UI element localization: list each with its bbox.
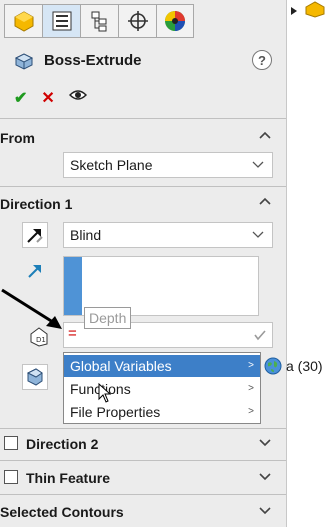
- tab-propertymanager[interactable]: [42, 4, 80, 38]
- submenu-arrow-icon: >: [248, 360, 254, 371]
- help-button[interactable]: ?: [252, 50, 272, 70]
- chevron-down-icon[interactable]: [258, 435, 272, 449]
- equation-popup-menu: Global Variables > Functions > File Prop…: [63, 352, 261, 424]
- mouse-cursor-icon: [98, 383, 112, 403]
- feature-header: Boss-Extrude: [14, 50, 142, 70]
- dimxpertmanager-icon: [127, 11, 148, 31]
- featuremanager-icon: [14, 11, 33, 32]
- divider: [0, 460, 286, 461]
- ok-button[interactable]: ✔: [14, 88, 27, 108]
- from-select-value: Sketch Plane: [70, 157, 153, 173]
- menu-item-label: File Properties: [70, 404, 161, 420]
- detailed-preview-button[interactable]: [68, 88, 87, 108]
- end-condition-value: Blind: [70, 227, 102, 243]
- chevron-down-icon[interactable]: [258, 469, 272, 483]
- displaymanager-icon: [165, 11, 185, 31]
- thin-feature-section-title[interactable]: Thin Feature: [26, 470, 110, 486]
- end-condition-select[interactable]: Blind: [63, 222, 273, 248]
- menu-item-label: Global Variables: [70, 358, 172, 374]
- direction1-section-title[interactable]: Direction 1: [0, 196, 72, 212]
- action-bar: ✔ ✕: [14, 88, 87, 108]
- reverse-direction-button[interactable]: [22, 222, 48, 248]
- from-section-title[interactable]: From: [0, 130, 35, 146]
- menu-item-file-properties[interactable]: File Properties >: [64, 401, 260, 423]
- reverse-direction-icon: [27, 229, 43, 243]
- configurationmanager-icon: [91, 11, 106, 32]
- divider: [0, 494, 286, 495]
- submenu-arrow-icon: >: [248, 383, 254, 394]
- thin-feature-checkbox[interactable]: [4, 470, 18, 484]
- eye-icon: [68, 90, 87, 100]
- draft-icon: [26, 368, 43, 386]
- propertymanager-icon: [52, 11, 71, 31]
- selected-contours-section-title[interactable]: Selected Contours: [0, 504, 124, 520]
- chevron-down-icon: [252, 231, 264, 238]
- direction-vector-icon[interactable]: [26, 262, 44, 280]
- part-icon[interactable]: [304, 0, 326, 18]
- cancel-button[interactable]: ✕: [41, 88, 54, 108]
- svg-text:D1: D1: [36, 336, 46, 344]
- global-variable-label: a (30): [286, 358, 323, 374]
- chevron-up-icon[interactable]: [258, 194, 272, 208]
- property-manager-panel: Boss-Extrude ? ✔ ✕ From Sketch Plane Dir…: [0, 0, 287, 527]
- chevron-up-icon[interactable]: [258, 128, 272, 142]
- manager-tabs: [4, 4, 194, 38]
- depth-tooltip: Depth: [84, 307, 132, 329]
- boss-extrude-icon: [14, 53, 34, 70]
- help-icon: ?: [258, 52, 266, 68]
- divider: [0, 186, 286, 187]
- tab-featuremanager[interactable]: [4, 4, 42, 38]
- page-title: Boss-Extrude: [44, 51, 142, 69]
- tab-configurationmanager[interactable]: [80, 4, 118, 38]
- divider: [0, 428, 286, 429]
- checkmark-icon[interactable]: [254, 329, 266, 341]
- chevron-down-icon: [252, 161, 264, 168]
- tree-expand-arrow-icon[interactable]: [290, 6, 298, 16]
- global-variable-item[interactable]: a (30): [264, 357, 323, 375]
- annotation-arrow-icon: [1, 288, 62, 329]
- menu-item-global-variables[interactable]: Global Variables >: [64, 355, 260, 377]
- submenu-arrow-icon: >: [248, 406, 254, 417]
- tab-displaymanager[interactable]: [156, 4, 194, 38]
- direction2-section-title[interactable]: Direction 2: [26, 436, 98, 452]
- chevron-down-icon[interactable]: [258, 503, 272, 517]
- direction2-checkbox[interactable]: [4, 436, 18, 450]
- from-select[interactable]: Sketch Plane: [63, 152, 273, 178]
- menu-item-functions[interactable]: Functions >: [64, 378, 260, 400]
- draft-button[interactable]: [22, 364, 48, 390]
- tab-dimxpertmanager[interactable]: [118, 4, 156, 38]
- divider: [0, 118, 286, 119]
- globe-icon: [264, 357, 282, 375]
